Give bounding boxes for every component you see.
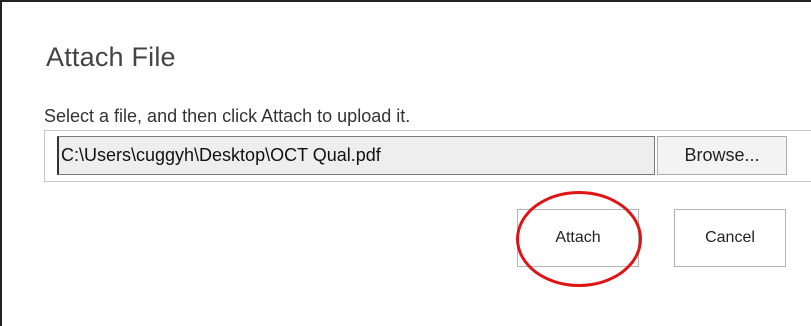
file-path-input[interactable]: [57, 136, 655, 175]
file-picker-row: Browse...: [44, 130, 811, 182]
dialog-title: Attach File: [46, 42, 176, 72]
browse-button[interactable]: Browse...: [657, 136, 787, 175]
cancel-button[interactable]: Cancel: [674, 209, 786, 267]
attach-button[interactable]: Attach: [517, 209, 639, 267]
attach-file-dialog: Attach File Select a file, and then clic…: [0, 0, 811, 326]
instruction-text: Select a file, and then click Attach to …: [44, 106, 411, 126]
